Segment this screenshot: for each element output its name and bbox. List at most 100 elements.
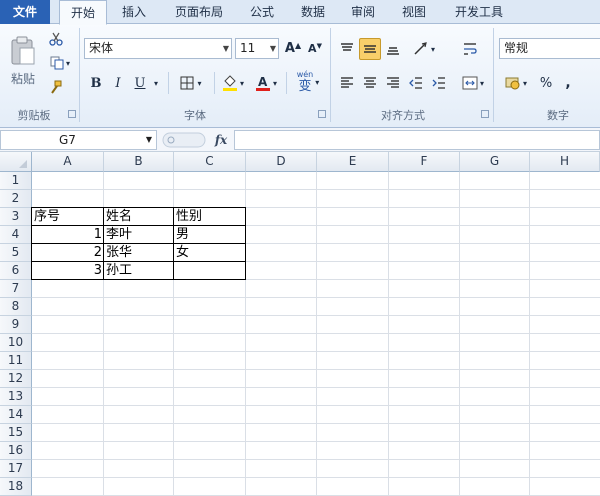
cell-a5[interactable]: 2: [32, 244, 104, 262]
table-border: [32, 243, 246, 244]
align-left-button[interactable]: [336, 72, 358, 94]
font-name-select[interactable]: 宋体 ▼: [84, 38, 232, 59]
italic-button[interactable]: I: [108, 72, 128, 94]
grow-font-button[interactable]: A▲: [283, 38, 303, 59]
row-header-3[interactable]: 3: [0, 208, 32, 226]
row-header-18[interactable]: 18: [0, 478, 32, 496]
tab-formulas[interactable]: 公式: [240, 0, 284, 24]
table-border: [31, 207, 32, 280]
gridline-column: [316, 172, 317, 495]
bold-button[interactable]: B: [86, 72, 106, 94]
number-group-label: 数字: [547, 109, 569, 122]
row-header-10[interactable]: 10: [0, 334, 32, 352]
merge-center-button[interactable]: ▾: [458, 72, 488, 94]
underline-button[interactable]: U: [130, 72, 150, 94]
row-header-1[interactable]: 1: [0, 172, 32, 190]
borders-button[interactable]: ▾: [174, 72, 208, 94]
tab-data[interactable]: 数据: [291, 0, 335, 24]
row-header-9[interactable]: 9: [0, 316, 32, 334]
tab-review[interactable]: 审阅: [341, 0, 385, 24]
number-format-value: 常规: [504, 41, 529, 55]
row-header-7[interactable]: 7: [0, 280, 32, 298]
cell-b4[interactable]: 李叶: [104, 226, 174, 244]
row-header-8[interactable]: 8: [0, 298, 32, 316]
name-box[interactable]: G7 ▼: [0, 130, 157, 150]
cell-c5[interactable]: 女: [174, 244, 246, 262]
tab-developer[interactable]: 开发工具: [443, 0, 515, 24]
align-left-icon: [341, 77, 353, 88]
phonetic-button[interactable]: wén 变 ▾: [292, 68, 324, 96]
copy-button[interactable]: ▾: [46, 54, 74, 72]
row-header-17[interactable]: 17: [0, 460, 32, 478]
percent-style-button[interactable]: %: [536, 72, 556, 94]
row-header-11[interactable]: 11: [0, 352, 32, 370]
underline-options-icon[interactable]: ▾: [150, 72, 162, 94]
decrease-indent-button[interactable]: [405, 72, 427, 94]
cell-a6[interactable]: 3: [32, 262, 104, 280]
clipboard-launcher-icon[interactable]: [68, 110, 76, 118]
column-header-h[interactable]: H: [530, 152, 600, 172]
chevron-down-icon: ▼: [145, 135, 152, 144]
paste-button[interactable]: 粘贴: [6, 30, 40, 92]
group-divider: [330, 28, 331, 122]
cell-b3[interactable]: 姓名: [104, 208, 174, 226]
row-header-15[interactable]: 15: [0, 424, 32, 442]
row-header-2[interactable]: 2: [0, 190, 32, 208]
worksheet-grid[interactable]: A B C D E F G H 1 2 3 4 5 6 7 8 9 10 11 12 13 14 15 16 17 18 序号 姓名性…: [0, 152, 600, 496]
align-right-button[interactable]: [382, 72, 404, 94]
column-header-c[interactable]: C: [174, 152, 246, 172]
align-bottom-button[interactable]: [382, 38, 404, 60]
toolbar-divider: [168, 72, 169, 94]
column-header-b[interactable]: B: [104, 152, 174, 172]
fill-color-button[interactable]: ▾: [218, 72, 248, 94]
shrink-font-button[interactable]: A▼: [305, 38, 325, 59]
column-header-g[interactable]: G: [460, 152, 530, 172]
column-header-a[interactable]: A: [32, 152, 104, 172]
font-size-select[interactable]: 11 ▼: [235, 38, 279, 59]
wrap-text-button[interactable]: [458, 38, 482, 60]
tab-insert[interactable]: 插入: [112, 0, 156, 24]
align-top-button[interactable]: [336, 38, 358, 60]
cell-c6[interactable]: [174, 262, 246, 280]
cell-b5[interactable]: 张华: [104, 244, 174, 262]
column-header-e[interactable]: E: [317, 152, 389, 172]
select-all-corner[interactable]: [0, 152, 32, 172]
align-center-button[interactable]: [359, 72, 381, 94]
cell-b6[interactable]: 孙工: [104, 262, 174, 280]
cell-a4[interactable]: 1: [32, 226, 104, 244]
orientation-button[interactable]: ▾: [408, 38, 440, 60]
cut-button[interactable]: [46, 30, 66, 48]
chevron-down-icon: ▾: [315, 77, 320, 87]
format-painter-button[interactable]: [46, 78, 66, 96]
comma-style-button[interactable]: ,: [560, 72, 576, 94]
font-group-label: 字体: [184, 109, 206, 122]
formula-input[interactable]: [234, 130, 600, 150]
row-header-14[interactable]: 14: [0, 406, 32, 424]
cell-c3[interactable]: 性别: [174, 208, 246, 226]
phonetic-icon: wén 变: [297, 70, 314, 94]
column-header-f[interactable]: F: [389, 152, 460, 172]
increase-indent-button[interactable]: [428, 72, 450, 94]
align-middle-button[interactable]: [359, 38, 381, 60]
accounting-format-button[interactable]: ▾: [500, 72, 532, 94]
row-header-4[interactable]: 4: [0, 226, 32, 244]
text-orientation-icon: [414, 42, 427, 55]
font-color-button[interactable]: A ▾: [252, 72, 280, 94]
row-header-5[interactable]: 5: [0, 244, 32, 262]
insert-function-button[interactable]: fx: [210, 130, 232, 150]
alignment-launcher-icon[interactable]: [481, 110, 489, 118]
cell-a3[interactable]: 序号: [32, 208, 104, 226]
column-header-d[interactable]: D: [246, 152, 317, 172]
row-header-16[interactable]: 16: [0, 442, 32, 460]
cell-c4[interactable]: 男: [174, 226, 246, 244]
tab-home[interactable]: 开始: [59, 0, 107, 25]
formula-bar-resize-handle[interactable]: [162, 132, 206, 148]
row-header-13[interactable]: 13: [0, 388, 32, 406]
row-header-12[interactable]: 12: [0, 370, 32, 388]
row-header-6[interactable]: 6: [0, 262, 32, 280]
tab-file[interactable]: 文件: [0, 0, 50, 24]
font-launcher-icon[interactable]: [318, 110, 326, 118]
number-format-select[interactable]: 常规: [499, 38, 600, 59]
tab-page-layout[interactable]: 页面布局: [163, 0, 235, 24]
tab-view[interactable]: 视图: [392, 0, 436, 24]
